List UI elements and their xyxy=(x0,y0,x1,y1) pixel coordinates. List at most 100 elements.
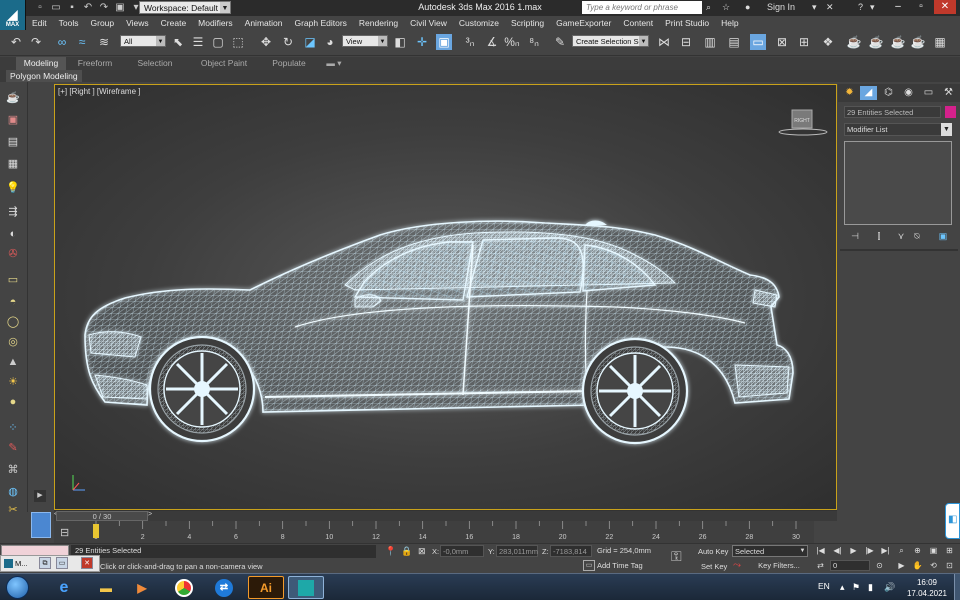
remove-modifier-icon[interactable]: ⍉ xyxy=(910,230,924,242)
motion-tab-icon[interactable]: ◉ xyxy=(900,86,917,100)
menu-tools[interactable]: Tools xyxy=(53,18,85,28)
zoom-all-icon[interactable]: ⊕ xyxy=(912,545,923,556)
sign-in-link[interactable]: Sign In xyxy=(767,2,795,12)
make-unique-icon[interactable]: ⋎ xyxy=(894,230,908,242)
modify-tab-icon[interactable]: ◢ xyxy=(860,86,877,100)
chevron-down-icon[interactable]: ▾ xyxy=(870,2,875,13)
window-crossing-icon[interactable]: ⬚ xyxy=(230,34,246,50)
tab-modeling[interactable]: Modeling xyxy=(16,57,66,70)
key-mode-toggle-icon[interactable]: ⇄ xyxy=(815,560,826,571)
absolute-mode-icon[interactable]: ⊠ xyxy=(418,546,426,557)
particles-icon[interactable]: ⁘ xyxy=(5,420,21,436)
tab-object-paint[interactable]: Object Paint xyxy=(196,57,252,70)
percent-snap-icon[interactable]: %ₙ xyxy=(504,34,520,50)
maximize-icon[interactable]: ▭ xyxy=(56,557,68,569)
reference-coordinate-dropdown[interactable]: View ▼ xyxy=(342,35,388,47)
hierarchy-tab-icon[interactable]: ⌬ xyxy=(880,86,897,100)
selection-filter-dropdown[interactable]: All ▼ xyxy=(120,35,166,47)
front-wheel[interactable] xyxy=(148,335,256,443)
teapot-icon[interactable]: ☕ xyxy=(5,90,21,106)
auto-key-button[interactable]: Auto Key xyxy=(698,547,728,556)
curve-editor-icon[interactable]: ⊠ xyxy=(774,34,790,50)
viewport[interactable]: [+] [Right ] [Wireframe ] RIGHT xyxy=(54,84,837,510)
show-end-result-icon[interactable]: ⫿ xyxy=(872,230,886,242)
create-tab-icon[interactable]: ✹ xyxy=(841,86,858,100)
maximize-icon[interactable]: ▫ xyxy=(910,0,932,14)
render-icon[interactable]: ▣ xyxy=(5,112,21,128)
help-button[interactable]: ? xyxy=(858,2,863,12)
redo-icon[interactable]: ↷ xyxy=(28,34,44,50)
go-to-start-icon[interactable]: |◀ xyxy=(815,545,826,556)
rectangular-selection-icon[interactable]: ▢ xyxy=(210,34,226,50)
edit-named-selection-icon[interactable]: ✎ xyxy=(552,34,568,50)
spinner-snap-icon[interactable]: ⁸ₙ xyxy=(526,34,542,50)
star-icon[interactable]: ☆ xyxy=(722,2,730,13)
modifier-stack[interactable] xyxy=(844,141,952,225)
viewcube[interactable]: RIGHT xyxy=(778,109,828,136)
tab-freeform[interactable]: Freeform xyxy=(70,57,120,70)
menu-rendering[interactable]: Rendering xyxy=(353,18,404,28)
menu-content[interactable]: Content xyxy=(617,18,659,28)
move-icon[interactable]: ✥ xyxy=(258,34,274,50)
light-icon[interactable]: 💡 xyxy=(5,180,21,196)
time-tag-icon[interactable]: ▭ xyxy=(583,560,595,571)
angle-snap-icon[interactable]: ∡ xyxy=(484,34,500,50)
network-icon[interactable]: ⌘ xyxy=(5,462,21,478)
notification-icon[interactable]: ⚑ xyxy=(852,582,860,593)
rear-wheel[interactable] xyxy=(581,337,689,445)
field-of-view-icon[interactable]: ▶ xyxy=(896,560,907,571)
menu-modifiers[interactable]: Modifiers xyxy=(192,18,238,28)
align-icon[interactable]: ⊟ xyxy=(678,34,694,50)
select-by-name-icon[interactable]: ☰ xyxy=(190,34,206,50)
network-icon[interactable]: ▮ xyxy=(868,582,873,593)
zoom-icon[interactable]: ⌕ xyxy=(896,545,907,556)
link-icon[interactable]: ∞ xyxy=(54,34,70,50)
menu-edit[interactable]: Edit xyxy=(26,18,53,28)
menu-civil-view[interactable]: Civil View xyxy=(404,18,453,28)
select-manipulate-icon[interactable]: ✛ xyxy=(414,34,430,50)
x-coordinate-field[interactable]: -0,0mm xyxy=(440,545,484,557)
minimized-window[interactable]: M... ⧉ ▭ ✕ xyxy=(0,555,100,572)
sun-icon[interactable]: ☀ xyxy=(5,374,21,390)
folder-icon[interactable]: ▬ xyxy=(88,576,124,599)
utilities-tab-icon[interactable]: ⚒ xyxy=(940,86,957,100)
configure-sets-icon[interactable]: ▣ xyxy=(936,230,950,242)
polygon-modeling-panel[interactable]: Polygon Modeling xyxy=(6,70,82,82)
rendered-frame-window-icon[interactable]: ☕ xyxy=(868,34,884,50)
go-to-end-icon[interactable]: ▶| xyxy=(880,545,891,556)
time-configuration-icon[interactable]: ⊙ xyxy=(874,560,885,571)
render-production-icon[interactable]: ☕ xyxy=(890,34,906,50)
unlink-icon[interactable]: ≈ xyxy=(74,34,90,50)
close-icon[interactable]: ✕ xyxy=(934,0,956,14)
search-input[interactable]: Type a keyword or phrase xyxy=(582,1,702,14)
menu-graph-editors[interactable]: Graph Editors xyxy=(288,18,352,28)
bone-icon[interactable]: ✂ xyxy=(5,502,21,518)
scene-explorer-icon[interactable]: ▤ xyxy=(5,134,21,150)
next-key-icon[interactable]: |▶ xyxy=(864,545,875,556)
menu-animation[interactable]: Animation xyxy=(239,18,289,28)
3dsmax-taskbar-icon[interactable] xyxy=(288,576,324,599)
camera-icon[interactable]: ✇ xyxy=(5,246,21,262)
render-iterative-icon[interactable]: ☕ xyxy=(910,34,926,50)
menu-group[interactable]: Group xyxy=(85,18,121,28)
key-icon[interactable]: ⚿ xyxy=(671,548,682,565)
pivot-center-icon[interactable]: ◧ xyxy=(392,34,408,50)
render-setup-icon[interactable]: ☕ xyxy=(846,34,862,50)
snaps-toggle-icon[interactable]: ³ₙ xyxy=(462,34,478,50)
chrome-icon[interactable] xyxy=(166,576,202,599)
render-online-icon[interactable]: ▦ xyxy=(932,34,948,50)
layer-explorer-icon[interactable]: ▥ xyxy=(702,34,718,50)
tab-selection[interactable]: Selection xyxy=(130,57,180,70)
mirror-icon[interactable]: ⋈ xyxy=(656,34,672,50)
mini-curve-editor-button[interactable] xyxy=(31,512,51,538)
lock-icon[interactable]: 🔒 xyxy=(401,546,412,557)
object-color-swatch[interactable] xyxy=(945,106,956,118)
key-mode-dropdown[interactable]: Selected ▼ xyxy=(732,545,808,557)
keyboard-shortcut-toggle-icon[interactable]: ▣ xyxy=(436,34,452,50)
key-filters-button[interactable]: Key Filters... xyxy=(750,560,808,572)
rotate-icon[interactable]: ↻ xyxy=(280,34,296,50)
next-frame-icon[interactable]: > xyxy=(148,511,156,521)
undo-icon[interactable]: ↶ xyxy=(8,34,24,50)
paint-icon[interactable]: ✎ xyxy=(5,440,21,456)
ie-icon[interactable]: e xyxy=(46,576,82,599)
